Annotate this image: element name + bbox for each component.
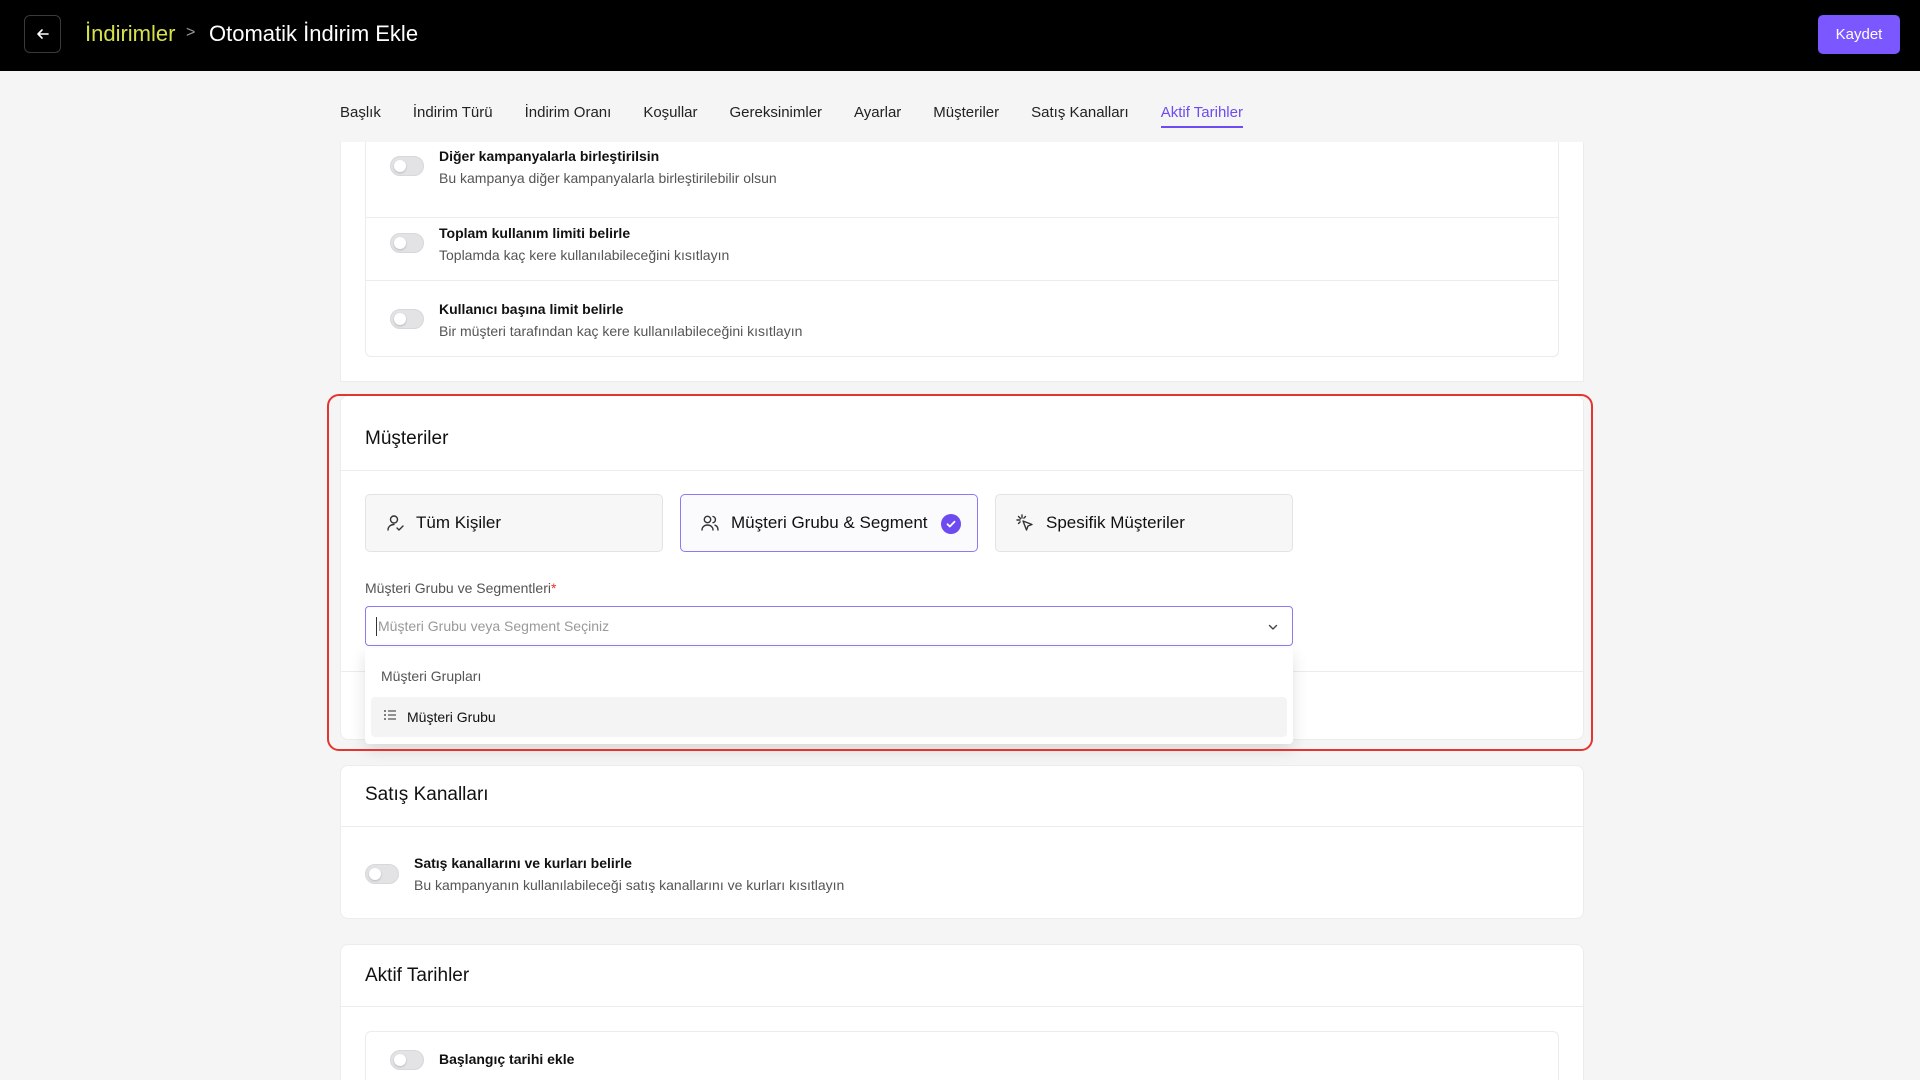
pointer-click-icon xyxy=(1014,512,1036,534)
option-description: Bir müşteri tarafından kaç kere kullanıl… xyxy=(439,323,803,339)
text-cursor xyxy=(376,617,377,636)
top-bar: İndirimler > Otomatik İndirim Ekle Kayde… xyxy=(0,0,1920,71)
tab-satis-kanallari[interactable]: Satış Kanalları xyxy=(1031,100,1129,128)
option-description: Toplamda kaç kere kullanılabileceğini kı… xyxy=(439,247,730,263)
choice-label: Tüm Kişiler xyxy=(416,513,502,532)
option-description: Bu kampanyanın kullanılabileceği satış k… xyxy=(414,877,845,893)
option-title: Diğer kampanyalarla birleştirilsin xyxy=(439,148,660,164)
option-title: Satış kanallarını ve kurları belirle xyxy=(414,855,632,871)
sales-channels-panel: Satış Kanalları Satış kanallarını ve kur… xyxy=(340,765,1584,919)
customer-group-select[interactable]: Müşteri Grubu veya Segment Seçiniz xyxy=(365,606,1293,646)
tab-gereksinimler[interactable]: Gereksinimler xyxy=(730,100,823,128)
required-mark: * xyxy=(550,580,557,596)
settings-options: Diğer kampanyalarla birleştirilsin Bu ka… xyxy=(365,142,1559,357)
tab-baslik[interactable]: Başlık xyxy=(340,100,381,128)
field-label: Müşteri Grubu ve Segmentleri* xyxy=(365,580,556,596)
section-title: Müşteriler xyxy=(365,428,449,449)
section-title: Aktif Tarihler xyxy=(365,965,470,986)
total-usage-limit-toggle[interactable] xyxy=(390,233,424,253)
tab-kosullar[interactable]: Koşullar xyxy=(643,100,697,128)
chevron-down-icon xyxy=(1266,620,1280,639)
users-icon xyxy=(699,512,721,534)
dropdown-option-customer-group[interactable]: Müşteri Grubu xyxy=(371,697,1287,737)
choice-specific-customers[interactable]: Spesifik Müşteriler xyxy=(995,494,1293,552)
user-check-icon xyxy=(384,512,406,534)
field-label-text: Müşteri Grubu ve Segmentleri xyxy=(365,580,551,596)
dropdown-group-label: Müşteri Grupları xyxy=(381,668,482,684)
active-dates-panel: Aktif Tarihler Başlangıç tarihi ekle xyxy=(340,944,1584,1080)
tab-indirim-turu[interactable]: İndirim Türü xyxy=(413,100,493,128)
check-circle-icon xyxy=(941,514,961,534)
save-button[interactable]: Kaydet xyxy=(1818,15,1900,54)
list-item: Kullanıcı başına limit belirle Bir müşte… xyxy=(366,281,1558,357)
active-dates-options: Başlangıç tarihi ekle xyxy=(365,1031,1559,1080)
divider xyxy=(341,826,1583,827)
page-title: Otomatik İndirim Ekle xyxy=(209,21,419,46)
choice-customer-group-segment[interactable]: Müşteri Grubu & Segment xyxy=(680,494,978,552)
breadcrumb-root-link[interactable]: İndirimler xyxy=(85,21,175,47)
option-description: Bu kampanya diğer kampanyalarla birleşti… xyxy=(439,170,777,186)
dropdown-option-label: Müşteri Grubu xyxy=(407,709,496,725)
back-button[interactable] xyxy=(24,15,61,53)
sales-channels-toggle[interactable] xyxy=(365,864,399,884)
start-date-toggle[interactable] xyxy=(390,1050,424,1070)
tab-ayarlar[interactable]: Ayarlar xyxy=(854,100,901,128)
choice-label: Spesifik Müşteriler xyxy=(1046,513,1185,532)
divider xyxy=(341,1006,1583,1007)
customer-group-dropdown: Müşteri Grupları Müşteri Grubu xyxy=(365,648,1293,744)
section-title: Satış Kanalları xyxy=(365,784,489,805)
choice-label: Müşteri Grubu & Segment xyxy=(731,513,928,532)
per-user-limit-toggle[interactable] xyxy=(390,309,424,329)
select-placeholder: Müşteri Grubu veya Segment Seçiniz xyxy=(378,618,610,634)
list-item: Toplam kullanım limiti belirle Toplamda … xyxy=(366,205,1558,281)
tab-aktif-tarihler[interactable]: Aktif Tarihler xyxy=(1160,100,1243,128)
tab-indirim-orani[interactable]: İndirim Oranı xyxy=(525,100,612,128)
breadcrumb-separator-icon: > xyxy=(186,24,196,41)
settings-panel: Diğer kampanyalarla birleştirilsin Bu ka… xyxy=(340,142,1584,382)
tab-musteriler[interactable]: Müşteriler xyxy=(933,100,999,128)
choice-all-people[interactable]: Tüm Kişiler xyxy=(365,494,663,552)
section-tabs: Başlık İndirim Türü İndirim Oranı Koşull… xyxy=(340,100,1275,130)
option-title: Kullanıcı başına limit belirle xyxy=(439,301,624,317)
list-icon xyxy=(383,708,397,727)
option-title: Başlangıç tarihi ekle xyxy=(439,1051,575,1067)
divider xyxy=(341,470,1583,471)
option-title: Toplam kullanım limiti belirle xyxy=(439,225,631,241)
arrow-left-icon xyxy=(36,29,49,39)
combine-campaigns-toggle[interactable] xyxy=(390,156,424,176)
